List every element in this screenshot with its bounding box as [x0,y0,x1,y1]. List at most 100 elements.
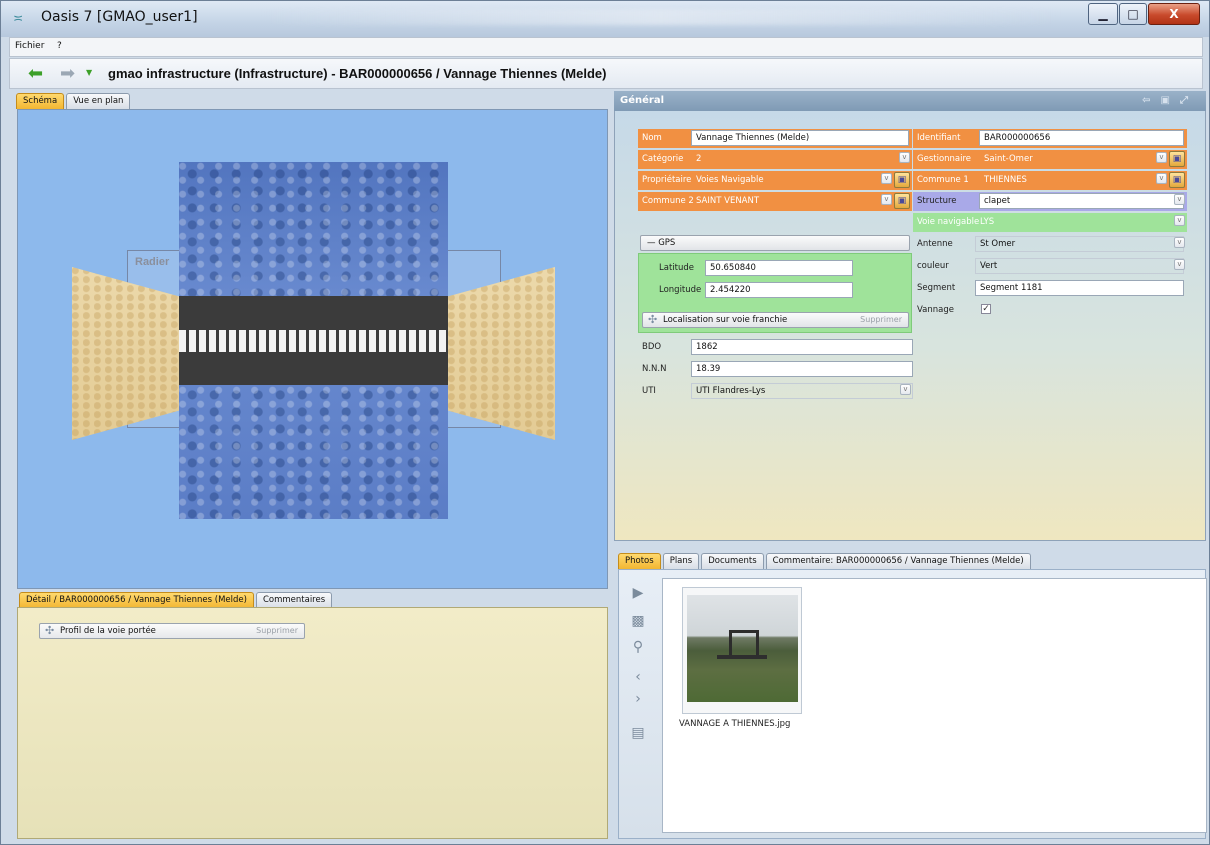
chevron-down-icon[interactable]: v [881,173,892,184]
tab-photos[interactable]: Photos [618,553,661,569]
previous-icon[interactable]: ‹ [628,667,648,687]
chevron-down-icon[interactable]: v [881,194,892,205]
segment-input[interactable]: Segment 1181 [975,280,1184,296]
identifiant-input[interactable]: BAR000000656 [979,130,1184,146]
vannage-checkbox[interactable]: ✓ [981,304,991,314]
gps-header[interactable]: — GPS [640,235,910,251]
chevron-down-icon[interactable]: v [1174,215,1185,226]
latitude-input[interactable]: 50.650840 [705,260,853,276]
open-folder-icon[interactable]: ▶ [628,583,648,603]
segment-label: Segment [917,283,956,293]
chevron-down-icon[interactable]: v [900,384,911,395]
commune2-label: Commune 2 [642,196,694,206]
categorie-label: Catégorie [642,154,684,164]
tab-commentaires[interactable]: Commentaires [255,592,333,608]
field-commune1: Commune 1 THIENNES v ▣ [913,171,1187,190]
lookup-icon[interactable]: ▣ [894,193,910,209]
chevron-down-icon[interactable]: v [1174,194,1185,205]
tab-vue-en-plan[interactable]: Vue en plan [66,93,131,109]
longitude-input[interactable]: 2.454220 [705,282,853,298]
vannage-label: Vannage [917,305,954,315]
categorie-select[interactable]: 2 [691,151,909,167]
voie-navigable-select[interactable]: LYS [975,214,1184,230]
couleur-label: couleur [917,261,949,271]
maximize-button[interactable]: □ [1119,3,1147,25]
tab-commentaire[interactable]: Commentaire: BAR000000656 / Vannage Thie… [765,553,1031,569]
navigation-bar: ⬅ ➡ ▼ gmao infrastructure (Infrastructur… [9,58,1203,89]
commune2-select[interactable]: SAINT VENANT [691,193,871,209]
tab-documents[interactable]: Documents [701,553,764,569]
antenne-select[interactable]: St Omer [975,236,1184,252]
details-view-icon[interactable]: ▤ [628,723,648,743]
photo-thumbnail[interactable] [682,587,802,714]
nnn-input[interactable]: 18.39 [691,361,913,377]
field-identifiant: Identifiant BAR000000656 [913,129,1187,148]
field-latitude: Latitude 50.650840 [653,259,908,278]
general-header: Général ⇦▣⤢ [614,91,1206,111]
lookup-icon[interactable]: ▣ [1169,172,1185,188]
gps-label: GPS [658,238,676,248]
supprimer-button[interactable]: Supprimer [256,624,298,638]
panel-tools-icon[interactable]: ⇦▣⤢ [1142,95,1198,106]
commune1-select[interactable]: THIENNES [979,172,1149,188]
chevron-down-icon[interactable]: v [1174,259,1185,270]
bdo-input[interactable]: 1862 [691,339,913,355]
menu-fichier[interactable]: Fichier [15,41,44,51]
window-title: Oasis 7 [GMAO_user1] [41,9,198,25]
delete-icon[interactable]: ▩ [628,611,648,631]
minimize-button[interactable]: ▁ [1088,3,1118,25]
photo-gate-structure [729,630,759,658]
zoom-icon[interactable]: ⚲ [628,637,648,657]
profil-voie-portee-button[interactable]: ✣ Profil de la voie portée Supprimer [39,623,305,639]
photo-gate-base [717,655,767,659]
antenne-label: Antenne [917,239,953,249]
localisation-button[interactable]: ✣ Localisation sur voie franchie Supprim… [642,312,909,328]
chevron-down-icon[interactable]: v [1156,152,1167,163]
proprietaire-select[interactable]: Voies Navigable [691,172,871,188]
chevron-down-icon[interactable]: v [1156,173,1167,184]
field-voie-navigable: Voie navigable LYS v [913,213,1187,232]
couleur-select[interactable]: Vert [975,258,1184,274]
left-bank [72,267,179,440]
bdo-label: BDO [642,342,662,352]
profil-label: Profil de la voie portée [60,626,156,636]
field-longitude: Longitude 2.454220 [653,281,908,300]
tab-detail[interactable]: Détail / BAR000000656 / Vannage Thiennes… [19,592,254,608]
voie-navigable-label: Voie navigable [917,217,980,227]
detail-tabs: Détail / BAR000000656 / Vannage Thiennes… [19,592,333,608]
field-nom: Nom Vannage Thiennes (Melde) [638,129,912,148]
gestionnaire-select[interactable]: Saint-Omer [979,151,1149,167]
menu-bar: Fichier ? [9,37,1203,57]
structure-select[interactable]: clapet [979,193,1184,209]
chevron-down-icon[interactable]: v [899,152,910,163]
supprimer-button[interactable]: Supprimer [860,313,902,327]
close-button[interactable]: X [1148,3,1200,25]
right-pane: Général ⇦▣⤢ Nom Vannage Thiennes (Melde)… [614,91,1207,839]
tab-schema[interactable]: Schéma [16,93,65,109]
right-bank [448,267,555,440]
add-icon: ✣ [648,313,658,326]
add-icon: ✣ [45,624,55,637]
field-nnn: N.N.N 18.39 [638,360,918,379]
lookup-icon[interactable]: ▣ [1169,151,1185,167]
general-form: Nom Vannage Thiennes (Melde) Identifiant… [614,111,1206,541]
chevron-down-icon[interactable]: v [1174,237,1185,248]
tab-plans[interactable]: Plans [662,553,700,569]
back-arrow-icon[interactable]: ⬅ [28,63,43,84]
field-antenne: Antenne St Omer v [913,235,1187,254]
field-couleur: couleur Vert v [913,257,1187,276]
forward-arrow-icon[interactable]: ➡ [60,63,75,84]
general-title: Général [620,95,664,106]
menu-help[interactable]: ? [57,41,62,51]
next-icon[interactable]: › [628,689,648,709]
lookup-icon[interactable]: ▣ [894,172,910,188]
field-vannage: Vannage ✓ [913,301,1187,320]
uti-select[interactable]: UTI Flandres-Lys [691,383,913,399]
field-uti: UTI UTI Flandres-Lys v [638,382,918,401]
detail-panel [17,607,608,839]
collapse-icon[interactable]: — [647,238,656,248]
nom-input[interactable]: Vannage Thiennes (Melde) [691,130,909,146]
localisation-label: Localisation sur voie franchie [663,315,788,325]
history-dropdown-icon[interactable]: ▼ [86,68,92,77]
field-structure: Structure clapet v [913,192,1187,211]
